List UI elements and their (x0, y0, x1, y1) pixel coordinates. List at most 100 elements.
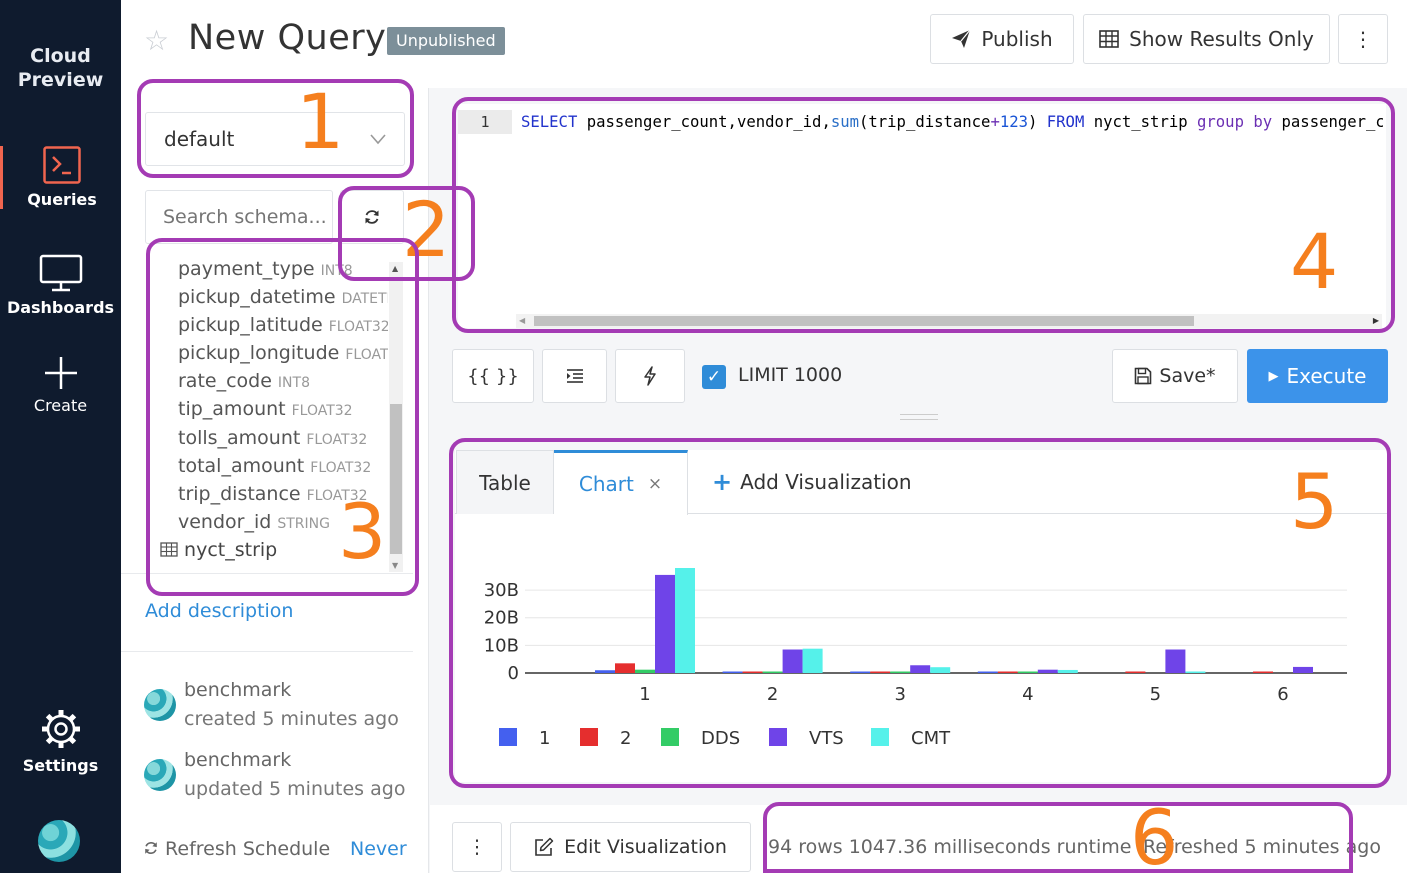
footer-more-button[interactable]: ⋮ (452, 822, 502, 872)
add-visualization-label: Add Visualization (740, 470, 912, 494)
refresh-schedule-value[interactable]: Never (350, 838, 407, 860)
bar-dds-3[interactable] (890, 671, 911, 674)
scrollbar-thumb[interactable] (390, 404, 402, 554)
bar-2-1[interactable] (615, 663, 635, 673)
publish-button[interactable]: Publish (930, 14, 1074, 64)
bar-cmt-1[interactable] (675, 568, 695, 673)
limit-label[interactable]: LIMIT 1000 (738, 364, 842, 386)
query-editor[interactable]: 1 SELECT passenger_count,vendor_id,sum(t… (458, 104, 1386, 328)
bar-cmt-5[interactable] (1185, 671, 1206, 674)
add-description-link[interactable]: Add description (145, 600, 293, 622)
bar-vts-6[interactable] (1293, 666, 1313, 673)
bar-vts-5[interactable] (1165, 649, 1186, 673)
add-visualization-button[interactable]: + Add Visualization (712, 450, 912, 514)
schema-column-row[interactable]: payment_type INT8 (150, 258, 388, 286)
sql-operator: + (990, 113, 1000, 131)
bar-dds-2[interactable] (762, 671, 783, 674)
sql-text: passenger_count (1281, 113, 1383, 131)
bar-vts-3[interactable] (910, 665, 931, 673)
bar-vts-1[interactable] (655, 574, 675, 673)
user-avatar[interactable] (38, 820, 80, 862)
bar-1-2[interactable] (722, 671, 743, 674)
sql-keyword: FROM (1046, 113, 1085, 131)
annotation-number-4: 4 (1290, 217, 1339, 306)
bar-2-4[interactable] (997, 671, 1018, 674)
bar-2-2[interactable] (742, 671, 763, 674)
autocomplete-toggle-button[interactable] (615, 349, 685, 403)
scroll-left-icon[interactable]: ◀ (519, 316, 525, 325)
bar-1-3[interactable] (850, 671, 871, 674)
scroll-down-icon[interactable]: ▼ (392, 561, 398, 570)
favorite-star-icon[interactable]: ☆ (144, 24, 169, 57)
legend-swatch[interactable] (499, 728, 517, 746)
show-results-only-button[interactable]: Show Results Only (1083, 14, 1330, 64)
bar-2-6[interactable] (1253, 671, 1273, 674)
schema-column-row[interactable]: total_amount FLOAT32 (150, 455, 388, 483)
column-type: STRING (277, 515, 330, 532)
tab-table[interactable]: Table (456, 450, 554, 514)
bar-2-3[interactable] (870, 671, 891, 674)
sql-text: (trip_distance (859, 113, 991, 131)
bar-vts-2[interactable] (782, 649, 803, 673)
refresh-icon (145, 842, 157, 854)
resize-handle[interactable] (900, 414, 938, 420)
bar-cmt-4[interactable] (1057, 669, 1078, 673)
bar-1-1[interactable] (595, 670, 615, 673)
scroll-up-icon[interactable]: ▲ (392, 264, 398, 273)
legend-swatch[interactable] (580, 728, 598, 746)
bar-2-5[interactable] (1125, 671, 1146, 674)
data-source-select[interactable]: default (145, 112, 405, 166)
nav-item-settings[interactable]: Settings (0, 708, 121, 775)
close-icon[interactable]: × (648, 474, 662, 494)
refresh-schema-button[interactable] (340, 190, 404, 244)
edit-visualization-label: Edit Visualization (564, 836, 727, 858)
scrollbar-thumb[interactable] (534, 316, 1194, 326)
add-parameter-button[interactable]: {{ }} (452, 349, 534, 403)
chart-bars (595, 568, 1313, 673)
bar-cmt-2[interactable] (802, 648, 823, 673)
tab-chart[interactable]: Chart × (554, 450, 688, 515)
table-icon (1099, 30, 1119, 48)
execute-button[interactable]: ▶ Execute (1247, 349, 1388, 403)
nav-item-create[interactable]: Create (0, 356, 121, 415)
bar-1-4[interactable] (977, 671, 998, 674)
nav-item-queries[interactable]: Queries (0, 146, 121, 209)
legend-swatch[interactable] (871, 728, 889, 746)
header-more-button[interactable]: ⋮ (1338, 14, 1388, 64)
schema-search-input[interactable] (145, 190, 333, 244)
scroll-right-icon[interactable]: ▶ (1373, 316, 1379, 325)
bar-dds-4[interactable] (1017, 671, 1038, 674)
nav-item-dashboards[interactable]: Dashboards (0, 254, 121, 317)
schema-column-row[interactable]: tolls_amount FLOAT32 (150, 427, 388, 455)
brand-logo[interactable]: Cloud Preview (0, 44, 121, 92)
bar-chart[interactable]: 0 10B 20B 30B 1 2 3 4 5 6 1 2 DDS VTS CMT (455, 520, 1387, 780)
legend-label[interactable]: VTS (809, 728, 844, 749)
schema-column-row[interactable]: rate_code INT8 (150, 370, 388, 398)
legend-label[interactable]: CMT (911, 728, 951, 749)
chart-legend[interactable]: 1 2 DDS VTS CMT (499, 728, 951, 749)
schema-column-row[interactable]: pickup_longitude FLOAT32 (150, 342, 388, 370)
legend-label[interactable]: 2 (620, 728, 631, 749)
bar-vts-4[interactable] (1037, 669, 1058, 673)
limit-checkbox[interactable]: ✓ (702, 365, 726, 389)
page-title[interactable]: New Query (188, 18, 386, 58)
legend-swatch[interactable] (769, 728, 787, 746)
save-button[interactable]: Save* (1112, 349, 1238, 403)
format-query-button[interactable] (542, 349, 607, 403)
schema-column-row[interactable]: pickup_latitude FLOAT32 (150, 314, 388, 342)
bar-dds-1[interactable] (635, 669, 655, 673)
edit-visualization-button[interactable]: Edit Visualization (510, 822, 751, 872)
legend-label[interactable]: DDS (701, 728, 740, 749)
legend-label[interactable]: 1 (539, 728, 550, 749)
schema-column-row[interactable]: pickup_datetime DATETIME (150, 286, 388, 314)
column-type: FLOAT32 (291, 403, 353, 420)
bar-cmt-3[interactable] (930, 667, 951, 673)
monitor-icon (39, 254, 82, 292)
editor-horizontal-scrollbar[interactable]: ◀ ▶ (516, 314, 1382, 328)
schema-column-row[interactable]: tip_amount FLOAT32 (150, 398, 388, 426)
sql-code-line[interactable]: SELECT passenger_count,vendor_id,sum(tri… (521, 110, 1383, 134)
x-tick-label: 1 (639, 684, 650, 705)
floppy-disk-icon (1135, 367, 1152, 385)
schema-scrollbar[interactable]: ▲ ▼ (389, 262, 403, 572)
legend-swatch[interactable] (661, 728, 679, 746)
